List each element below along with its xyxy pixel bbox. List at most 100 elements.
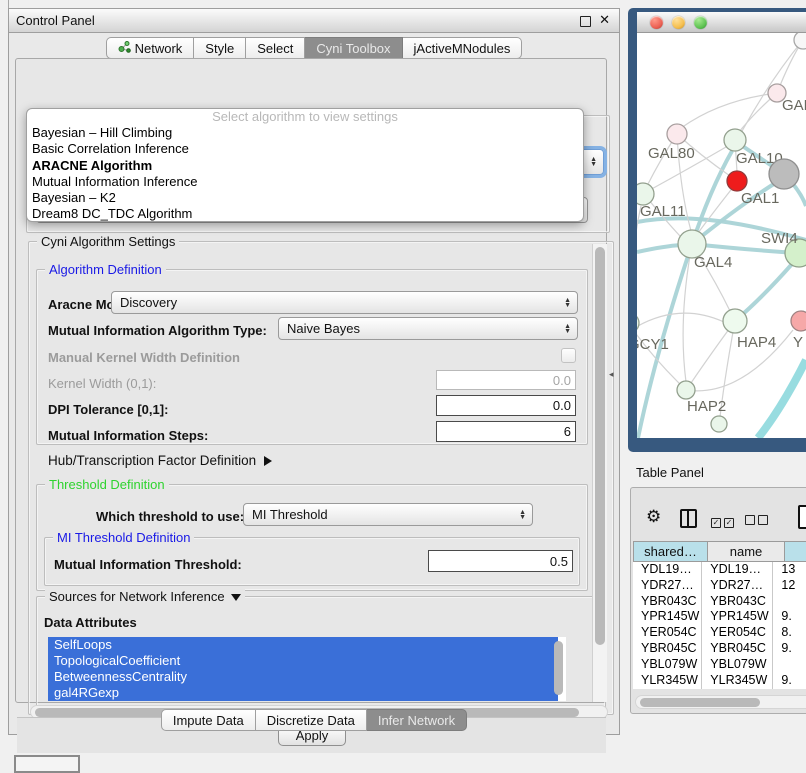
new-table-icon[interactable]: [798, 505, 806, 529]
minimize-traffic-icon[interactable]: [672, 16, 685, 29]
network-view-window: GALGAL80GAL10GAL1GAL11SWI4GAL4GCY1HAP4YH…: [628, 8, 806, 452]
hub-definition-label[interactable]: Hub/Transcription Factor Definition: [48, 453, 272, 468]
network-edge[interactable]: [681, 93, 777, 128]
network-edge[interactable]: [637, 313, 724, 327]
table-cell: YDL19…: [702, 562, 773, 578]
algorithm-option-aracne-algorithm[interactable]: ARACNE Algorithm: [27, 158, 583, 174]
close-icon[interactable]: ✕: [599, 12, 610, 28]
attribute-item-selfloops[interactable]: SelfLoops: [48, 637, 558, 653]
network-node[interactable]: [711, 416, 727, 432]
tab-cyni-toolbox[interactable]: Cyni Toolbox: [305, 37, 402, 59]
aracne-mode-value: Discovery: [120, 295, 177, 310]
control-panel-title: Control Panel: [16, 13, 95, 28]
columns-icon[interactable]: [680, 509, 697, 528]
float-window-icon[interactable]: [580, 16, 591, 27]
attribute-item-betweennesscentrality[interactable]: BetweennessCentrality: [48, 669, 558, 685]
kernel-width-field[interactable]: [436, 370, 576, 390]
table-cell: 9.: [773, 641, 806, 657]
network-node-hap2[interactable]: [677, 381, 695, 399]
network-node-gcy1[interactable]: [637, 313, 639, 333]
manual-kernel-checkbox[interactable]: [561, 348, 576, 363]
table-row[interactable]: YIL053CYIL053C9: [633, 688, 806, 689]
tab-jactivemnodules[interactable]: jActiveMNodules: [403, 37, 523, 59]
bottom-tab-impute-data[interactable]: Impute Data: [161, 709, 256, 731]
select-all-checks-icon[interactable]: ✓✓: [711, 512, 737, 530]
network-node-hap4[interactable]: [723, 309, 747, 333]
algorithm-option-mutual-information-inference[interactable]: Mutual Information Inference: [27, 174, 583, 190]
table-row[interactable]: YDL19…YDL19…13: [633, 562, 806, 578]
settings-group-title: Cyni Algorithm Settings: [37, 234, 179, 249]
collapse-down-icon[interactable]: [231, 594, 241, 601]
column-header-clipped[interactable]: [785, 541, 806, 562]
cyni-toolbox-pane: ▲▼ gal-filtered sif default node ▲▼ Sele…: [15, 58, 607, 703]
network-node-gal11[interactable]: [637, 183, 654, 205]
minimized-window-icon[interactable]: [14, 755, 80, 773]
node-label: Y: [793, 334, 803, 351]
gear-icon[interactable]: ⚙: [646, 507, 661, 527]
dpi-tolerance-field[interactable]: [436, 395, 576, 416]
network-node-gal10[interactable]: [724, 129, 746, 151]
settings-scrollbar[interactable]: [592, 244, 607, 702]
settings-scrollbar-thumb[interactable]: [595, 247, 605, 645]
list-scrollbar-thumb[interactable]: [554, 641, 563, 695]
table-cell: 12: [773, 578, 806, 594]
deselect-all-icon[interactable]: [745, 512, 771, 530]
algorithm-option-dream8-dc-tdc-algorithm[interactable]: Dream8 DC_TDC Algorithm: [27, 206, 583, 222]
tab-style[interactable]: Style: [194, 37, 246, 59]
table-row[interactable]: YPR145WYPR145W9.: [633, 609, 806, 625]
table-row[interactable]: YBL079WYBL079W: [633, 657, 806, 673]
algorithm-option-basic-correlation-inference[interactable]: Basic Correlation Inference: [27, 141, 583, 157]
sources-title[interactable]: Sources for Network Inference: [45, 589, 245, 604]
which-threshold-combo[interactable]: MI Threshold ▲▼: [243, 503, 533, 526]
network-node[interactable]: [769, 159, 799, 189]
stepper-arrows-icon: ▲▼: [564, 298, 571, 308]
tab-label: Select: [257, 38, 293, 59]
node-label: HAP4: [737, 334, 776, 351]
network-node-y[interactable]: [791, 311, 806, 331]
table-row[interactable]: YBR043CYBR043C: [633, 594, 806, 610]
table-cell: 9.: [773, 609, 806, 625]
tab-label: Impute Data: [173, 710, 244, 731]
bottom-tab-infer-network[interactable]: Infer Network: [367, 709, 467, 731]
zoom-traffic-icon[interactable]: [694, 16, 707, 29]
algorithm-option-bayesian-hill-climbing[interactable]: Bayesian – Hill Climbing: [27, 125, 583, 141]
expand-right-icon[interactable]: [264, 456, 272, 466]
mi-threshold-title: MI Threshold Definition: [53, 530, 194, 545]
tab-select[interactable]: Select: [246, 37, 305, 59]
algorithm-list: Bayesian – Hill ClimbingBasic Correlatio…: [27, 125, 583, 222]
attribute-item-gal4rgexp[interactable]: gal4RGexp: [48, 685, 558, 701]
algorithm-option-bayesian-k2[interactable]: Bayesian – K2: [27, 190, 583, 206]
table-hscrollbar[interactable]: [635, 695, 806, 709]
network-node-gal1[interactable]: [727, 171, 747, 191]
control-panel-titlebar[interactable]: Control Panel ✕: [9, 9, 619, 33]
network-graph[interactable]: GALGAL80GAL10GAL1GAL11SWI4GAL4GCY1HAP4YH…: [637, 33, 806, 438]
mi-type-combo[interactable]: Naive Bayes ▲▼: [278, 317, 578, 340]
column-header-shared-[interactable]: shared…: [633, 541, 708, 562]
network-edge[interactable]: [637, 245, 681, 252]
data-attributes-list[interactable]: SelfLoopsTopologicalCoefficientBetweenne…: [48, 637, 566, 701]
bottom-tabs: Impute Data Discretize Data Infer Network: [9, 709, 619, 731]
tab-label: Discretize Data: [267, 710, 355, 731]
network-icon: [118, 38, 131, 59]
aracne-mode-combo[interactable]: Discovery ▲▼: [111, 291, 578, 314]
bottom-tab-discretize-data[interactable]: Discretize Data: [256, 709, 367, 731]
table-hscrollbar-thumb[interactable]: [640, 698, 760, 707]
table-cell: YIL053C: [702, 688, 773, 689]
close-traffic-icon[interactable]: [650, 16, 663, 29]
table-row[interactable]: YER054CYER054C8.: [633, 625, 806, 641]
mi-steps-field[interactable]: [436, 421, 576, 442]
mi-threshold-field[interactable]: [428, 550, 573, 572]
network-node[interactable]: [794, 33, 806, 49]
attribute-item-topologicalcoefficient[interactable]: TopologicalCoefficient: [48, 653, 558, 669]
network-node-gal80[interactable]: [667, 124, 687, 144]
table-row[interactable]: YBR045CYBR045C9.: [633, 641, 806, 657]
table-row[interactable]: YDR27…YDR27…12: [633, 578, 806, 594]
network-edge[interactable]: [758, 360, 806, 438]
table-row[interactable]: YLR345WYLR345W9.: [633, 673, 806, 689]
column-header-name[interactable]: name: [708, 541, 785, 562]
tab-network[interactable]: Network: [106, 37, 195, 59]
node-label: SWI4: [761, 230, 798, 247]
table-cell: 9.: [773, 673, 806, 689]
network-window-titlebar[interactable]: [637, 12, 806, 33]
network-canvas[interactable]: GALGAL80GAL10GAL1GAL11SWI4GAL4GCY1HAP4YH…: [637, 33, 806, 438]
